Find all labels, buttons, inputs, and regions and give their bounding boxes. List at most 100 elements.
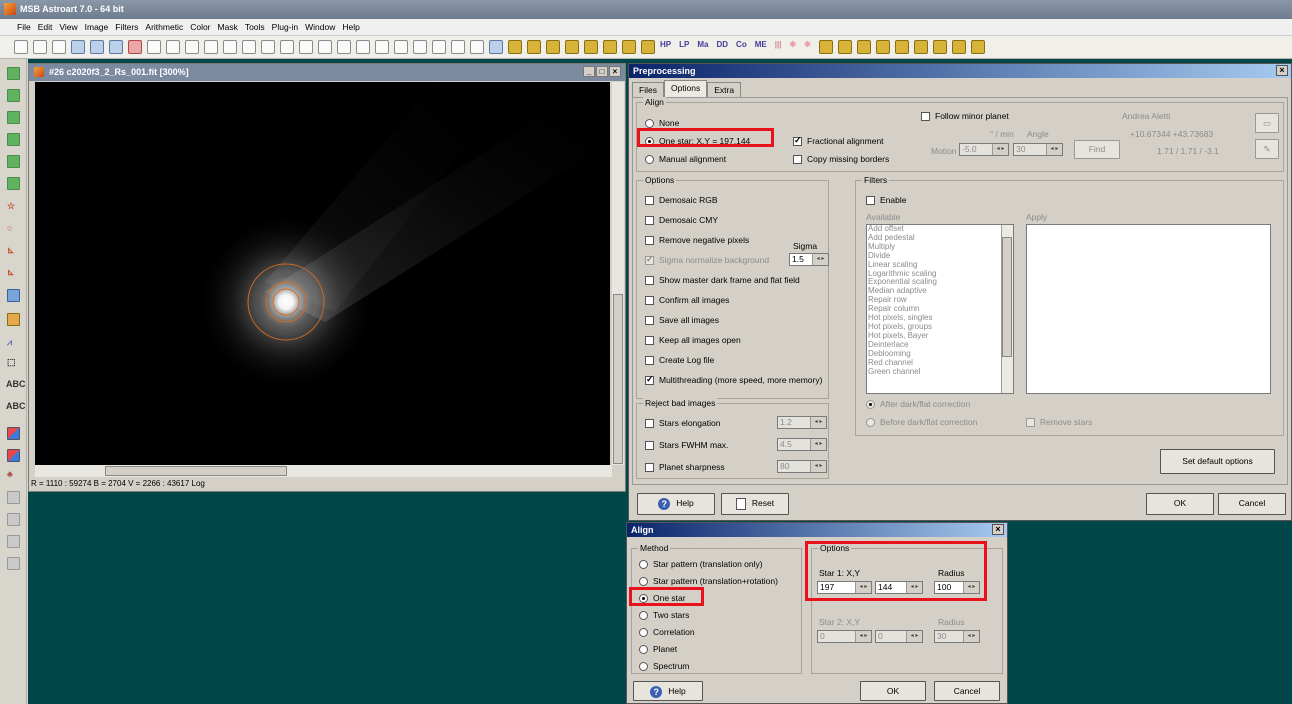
refresh-icon[interactable] <box>147 40 161 54</box>
menu-filters[interactable]: Filters <box>115 22 138 32</box>
menu-color[interactable]: Color <box>190 22 210 32</box>
filter-div-icon[interactable] <box>565 40 579 54</box>
method-planet-radio[interactable] <box>639 645 648 654</box>
sigma-icon[interactable] <box>318 40 332 54</box>
multithreading-checkbox[interactable] <box>645 374 654 385</box>
shape1-icon[interactable] <box>818 40 833 54</box>
create-log-checkbox[interactable] <box>645 356 654 365</box>
histogram-icon[interactable] <box>223 40 237 54</box>
method-correlation-radio[interactable] <box>639 628 648 637</box>
copy-icon[interactable] <box>166 40 180 54</box>
menu-window[interactable]: Window <box>305 22 335 32</box>
planet-sharpness-checkbox[interactable] <box>645 463 654 472</box>
apply-filters-list[interactable] <box>1026 224 1271 394</box>
close-button[interactable]: × <box>609 66 621 77</box>
method-star-pattern-translation-radio[interactable] <box>639 560 648 569</box>
menu-view[interactable]: View <box>59 22 77 32</box>
new-icon[interactable] <box>14 40 28 54</box>
contour-icon[interactable] <box>261 40 275 54</box>
chart-tool-icon[interactable]: ⊾ <box>7 245 20 258</box>
after-correction-radio[interactable] <box>866 400 875 409</box>
available-filters-list[interactable]: Add offset Add pedestal Multiply Divide … <box>866 224 1014 394</box>
shape7-icon[interactable] <box>932 40 947 54</box>
binoculars-icon[interactable] <box>470 40 484 54</box>
sparkle-icon[interactable]: ✱ <box>789 40 796 54</box>
paste-icon[interactable] <box>185 40 199 54</box>
copy-missing-borders-checkbox[interactable] <box>793 155 802 164</box>
filter-x-icon[interactable] <box>603 40 617 54</box>
close-icon[interactable]: × <box>1276 65 1288 76</box>
bars-icon[interactable]: ||| <box>775 40 782 54</box>
demosaic-rgb-checkbox[interactable] <box>645 196 654 205</box>
filter-f-icon[interactable] <box>641 40 655 54</box>
menu-plugin[interactable]: Plug-in <box>272 22 298 32</box>
remove-negative-checkbox[interactable] <box>645 236 654 245</box>
shape5-icon[interactable] <box>894 40 909 54</box>
rgb-tool-icon[interactable]: ♣ <box>7 469 20 482</box>
dd-icon[interactable]: DD <box>716 40 728 54</box>
method-spectrum-radio[interactable] <box>639 662 648 671</box>
menu-file[interactable]: File <box>17 22 31 32</box>
method-two-stars-radio[interactable] <box>639 611 648 620</box>
ma-icon[interactable]: Ma <box>697 40 708 54</box>
green-tool-5-icon[interactable] <box>7 155 20 168</box>
shape8-icon[interactable] <box>951 40 966 54</box>
save-all-icon[interactable] <box>109 40 123 54</box>
zoom-in-icon[interactable] <box>375 40 389 54</box>
vertical-scrollbar[interactable] <box>612 82 624 465</box>
close-icon[interactable]: × <box>992 524 1004 535</box>
keep-open-checkbox[interactable] <box>645 336 654 345</box>
me-icon[interactable]: ME <box>755 40 767 54</box>
color-tool-icon[interactable] <box>7 427 20 440</box>
gray-tool-4-icon[interactable] <box>7 557 20 570</box>
fractional-alignment-checkbox[interactable] <box>793 135 802 146</box>
filter-mul-icon[interactable] <box>546 40 560 54</box>
select-tool-icon[interactable]: ⬚ <box>7 357 20 370</box>
filter-h-icon[interactable] <box>584 40 598 54</box>
set-default-options-button[interactable]: Set default options <box>1160 449 1275 474</box>
filter-add-icon[interactable] <box>508 40 522 54</box>
stars-fwhm-spinbox[interactable]: 4.5 ◂ ▸ <box>777 438 827 451</box>
menu-image[interactable]: Image <box>85 22 109 32</box>
remove-stars-checkbox[interactable] <box>1026 418 1035 427</box>
color-tool-2-icon[interactable] <box>7 449 20 462</box>
align-help-button[interactable]: ? Help <box>633 681 703 701</box>
method-star-pattern-rotation-radio[interactable] <box>639 577 648 586</box>
open-file-button[interactable]: ▭ <box>1255 113 1279 133</box>
green-tool-4-icon[interactable] <box>7 133 20 146</box>
save-icon[interactable] <box>71 40 85 54</box>
filters-enable-checkbox[interactable] <box>866 196 875 205</box>
green-tool-1-icon[interactable] <box>7 67 20 80</box>
frame-icon[interactable] <box>432 40 446 54</box>
menu-edit[interactable]: Edit <box>38 22 53 32</box>
text-tool-2-icon[interactable]: ABC <box>6 401 26 411</box>
shape3-icon[interactable] <box>856 40 871 54</box>
gray-tool-2-icon[interactable] <box>7 513 20 526</box>
motion-spinbox[interactable]: -5.0 ◂ ▸ <box>959 143 1009 156</box>
tab-options[interactable]: Options <box>663 80 708 97</box>
cancel-button[interactable]: Cancel <box>1218 493 1286 515</box>
hp-icon[interactable]: HP <box>660 40 671 54</box>
text-tool-icon[interactable]: ABC <box>6 379 26 389</box>
stars-elongation-spinbox[interactable]: 1.2 ◂ ▸ <box>777 416 827 429</box>
list-item[interactable]: Green channel <box>867 367 1013 377</box>
align-titlebar[interactable]: Align × <box>627 523 1007 537</box>
align-ok-button[interactable]: OK <box>860 681 926 701</box>
open-icon[interactable] <box>33 40 47 54</box>
shape2-icon[interactable] <box>837 40 852 54</box>
list-scrollbar[interactable] <box>1001 225 1013 393</box>
image-canvas[interactable] <box>35 82 610 465</box>
maximize-button[interactable]: □ <box>596 66 608 77</box>
close-image-icon[interactable] <box>128 40 142 54</box>
zoom-out-icon[interactable] <box>394 40 408 54</box>
gray-tool-1-icon[interactable] <box>7 491 20 504</box>
chart-icon[interactable] <box>242 40 256 54</box>
sigma-normalize-checkbox[interactable] <box>645 254 654 265</box>
menu-arithmetic[interactable]: Arithmetic <box>145 22 183 32</box>
show-master-dark-checkbox[interactable] <box>645 276 654 285</box>
green-tool-2-icon[interactable] <box>7 89 20 102</box>
help-button[interactable]: ? Help <box>637 493 715 515</box>
chart-tool-2-icon[interactable]: ⊾ <box>7 267 20 280</box>
preprocessing-titlebar[interactable]: Preprocessing × <box>629 64 1291 78</box>
fit-height-icon[interactable] <box>356 40 370 54</box>
